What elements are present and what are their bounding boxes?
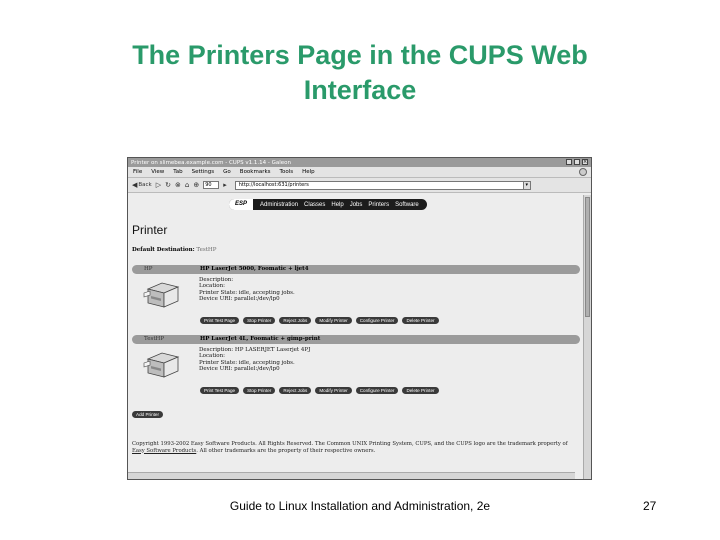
nav-tab-administration[interactable]: Administration — [260, 202, 298, 208]
printer-state: Printer State: idle, accepting jobs. — [199, 289, 295, 296]
nav-tab-printers[interactable]: Printers — [368, 202, 389, 208]
modify-printer-button[interactable]: Modify Printer — [315, 317, 352, 324]
chevron-down-icon[interactable]: ▾ — [522, 181, 530, 189]
url-bar[interactable]: http://localhost:631/printers ▾ — [234, 180, 531, 190]
slide-title-line-2: Interface — [303, 75, 417, 105]
slide-number: 27 — [643, 499, 657, 513]
menu-bookmarks[interactable]: Bookmarks — [240, 169, 271, 175]
cups-nav-bar: ESP Administration Classes Help Jobs Pri… — [229, 199, 427, 210]
nav-tab-classes[interactable]: Classes — [304, 202, 325, 208]
printer-actions: Print Test Page Stop Printer Reject Jobs… — [200, 317, 439, 324]
copyright-notice: Copyright 1993-2002 Easy Software Produc… — [132, 441, 572, 454]
zoom-icon: ⊕ — [193, 181, 200, 189]
printer-name-link[interactable]: HP — [144, 265, 153, 274]
slide-footer: Guide to Linux Installation and Administ… — [229, 499, 491, 513]
maximize-icon[interactable] — [574, 159, 580, 165]
printer-actions: Print Test Page Stop Printer Reject Jobs… — [200, 387, 439, 394]
page-content: ESP Administration Classes Help Jobs Pri… — [128, 195, 583, 479]
back-button[interactable]: ◀ Back — [132, 181, 152, 189]
stop-printer-button[interactable]: Stop Printer — [243, 317, 276, 324]
nav-tab-help[interactable]: Help — [331, 202, 343, 208]
easy-software-link[interactable]: Easy Software Products — [132, 448, 196, 454]
configure-printer-button[interactable]: Configure Printer — [355, 387, 399, 394]
back-label: Back — [138, 182, 152, 188]
menu-file[interactable]: File — [133, 169, 142, 175]
print-test-page-button[interactable]: Print Test Page — [200, 387, 240, 394]
printer-model: HP LaserJet 5000, Foomatic + ljet4 — [200, 266, 309, 272]
throbber-icon — [579, 168, 587, 176]
printer-info: Description: HP LASERJET Laserjet 4PJ Lo… — [199, 347, 310, 372]
printer-state: Printer State: idle, accepting jobs. — [199, 359, 295, 366]
delete-printer-button[interactable]: Delete Printer — [402, 387, 439, 394]
nav-tab-jobs[interactable]: Jobs — [350, 202, 363, 208]
default-destination-label: Default Destination: — [132, 247, 195, 253]
forward-arrow-icon[interactable]: ▷ — [156, 181, 161, 189]
printer-header-bar: TestHP HP LaserJet 4L, Foomatic + gimp-p… — [132, 335, 580, 344]
printer-device-uri: Device URI: parallel:/dev/lp0 — [199, 295, 280, 302]
stop-printer-button[interactable]: Stop Printer — [243, 387, 276, 394]
menu-tab[interactable]: Tab — [173, 169, 182, 175]
add-printer-button[interactable]: Add Printer — [132, 411, 163, 418]
printer-device-uri: Device URI: parallel:/dev/lp0 — [199, 365, 280, 372]
copyright-prefix: Copyright 1993-2002 Easy Software Produc… — [132, 441, 568, 447]
delete-printer-button[interactable]: Delete Printer — [402, 317, 439, 324]
slide-title: The Printers Page in the CUPS Web Interf… — [0, 38, 720, 108]
reject-jobs-button[interactable]: Reject Jobs — [279, 387, 312, 394]
go-icon[interactable]: ▸ — [223, 181, 227, 189]
printer-image — [143, 282, 180, 308]
menu-settings[interactable]: Settings — [192, 169, 215, 175]
close-icon[interactable]: × — [582, 159, 588, 165]
printer-info: Description: Location: Printer State: id… — [199, 277, 295, 302]
configure-printer-button[interactable]: Configure Printer — [355, 317, 399, 324]
url-text: http://localhost:631/printers — [238, 181, 309, 188]
nav-toolbar: ◀ Back ▷ ↻ ⊗ ⌂ ⊕ 90 ▸ http://localhost:6… — [128, 178, 591, 193]
menu-tools[interactable]: Tools — [280, 169, 294, 175]
default-destination: Default Destination: TestHP — [132, 247, 216, 253]
default-destination-link[interactable]: TestHP — [196, 247, 216, 253]
menu-help[interactable]: Help — [302, 169, 315, 175]
printer-image — [143, 352, 180, 378]
printer-header-bar: HP HP LaserJet 5000, Foomatic + ljet4 — [132, 265, 580, 274]
vertical-scrollbar[interactable] — [583, 195, 591, 479]
printer-name-link[interactable]: TestHP — [144, 335, 164, 344]
reject-jobs-button[interactable]: Reject Jobs — [279, 317, 312, 324]
page-heading: Printer — [132, 223, 168, 237]
window-titlebar: Printer on slimebea.example.com - CUPS v… — [128, 158, 591, 167]
window-title: Printer on slimebea.example.com - CUPS v… — [131, 159, 291, 166]
copyright-suffix: . All other trademarks are the property … — [196, 447, 376, 454]
menu-bar: File View Tab Settings Go Bookmarks Tool… — [128, 167, 591, 178]
stop-icon[interactable]: ⊗ — [175, 181, 181, 189]
slide-title-line-1: The Printers Page in the CUPS Web — [132, 40, 588, 70]
menu-go[interactable]: Go — [223, 169, 231, 175]
print-test-page-button[interactable]: Print Test Page — [200, 317, 240, 324]
modify-printer-button[interactable]: Modify Printer — [315, 387, 352, 394]
menu-view[interactable]: View — [151, 169, 164, 175]
back-arrow-icon: ◀ — [132, 181, 138, 189]
scrollbar-thumb[interactable] — [585, 197, 590, 317]
horizontal-scrollbar[interactable] — [128, 472, 575, 479]
esp-logo[interactable]: ESP — [229, 199, 254, 210]
printer-model: HP LaserJet 4L, Foomatic + gimp-print — [200, 336, 321, 342]
reload-icon[interactable]: ↻ — [165, 181, 171, 189]
home-icon[interactable]: ⌂ — [185, 181, 189, 189]
nav-tab-software[interactable]: Software — [395, 202, 419, 208]
minimize-icon[interactable] — [566, 159, 572, 165]
browser-window: Printer on slimebea.example.com - CUPS v… — [127, 157, 592, 480]
zoom-field[interactable]: 90 — [203, 181, 220, 189]
